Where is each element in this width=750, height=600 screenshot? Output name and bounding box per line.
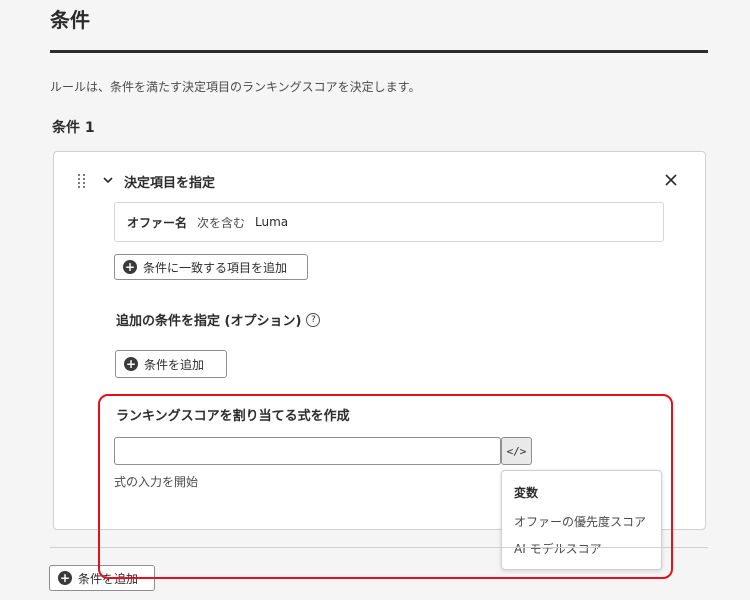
title-divider xyxy=(50,50,708,53)
add-condition-label: 条件を追加 xyxy=(144,357,205,372)
filter-value: Luma xyxy=(255,215,289,229)
add-matching-item-button[interactable]: + 条件に一致する項目を追加 xyxy=(114,254,308,280)
add-circle-icon: + xyxy=(124,357,138,371)
add-circle-icon: + xyxy=(58,571,72,585)
condition-heading: 条件 1 xyxy=(52,120,95,136)
page-title: 条件 xyxy=(50,8,90,32)
add-condition-button[interactable]: + 条件を追加 xyxy=(115,350,227,378)
filter-field: オファー名 xyxy=(127,215,188,230)
help-icon[interactable]: ? xyxy=(306,312,321,327)
page-description: ルールは、条件を満たす決定項目のランキングスコアを決定します。 xyxy=(50,80,421,94)
chevron-down-icon[interactable] xyxy=(102,174,114,186)
filter-rule[interactable]: オファー名 次を含む Luma xyxy=(114,202,664,242)
add-matching-item-label: 条件に一致する項目を追加 xyxy=(143,260,288,275)
optional-conditions-title: 追加の条件を指定 (オプション) ? xyxy=(116,310,321,329)
close-icon[interactable] xyxy=(663,172,679,188)
optional-title-text: 追加の条件を指定 (オプション) xyxy=(116,314,302,329)
drag-handle-icon[interactable] xyxy=(78,174,88,188)
add-circle-icon: + xyxy=(123,260,137,274)
filter-operator: 次を含む xyxy=(197,215,246,230)
section-title: 決定項目を指定 xyxy=(124,176,216,191)
highlight-box xyxy=(98,394,673,579)
